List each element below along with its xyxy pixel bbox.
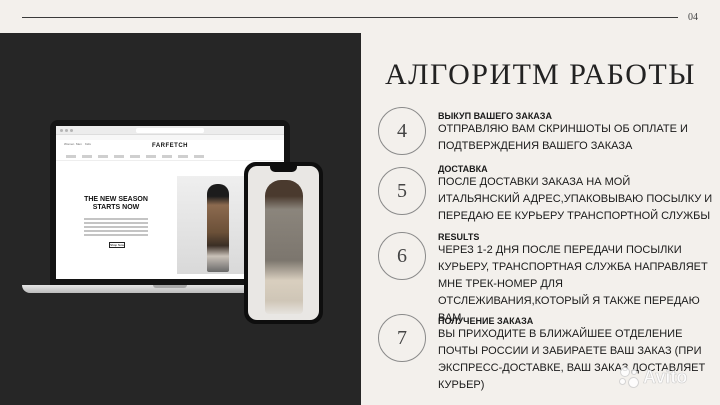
avito-logo-icon — [618, 366, 640, 388]
model-figure — [265, 180, 303, 314]
site-logo: FARFETCH — [152, 143, 188, 149]
laptop-notch — [153, 285, 187, 288]
browser-dot-icon — [70, 129, 73, 132]
page-number: 04 — [688, 12, 698, 23]
browser-dot-icon — [65, 129, 68, 132]
browser-url-bar — [136, 128, 204, 133]
hero-shop-button: Shop Now — [109, 242, 125, 248]
step-title: ВЫКУП ВАШЕГО ЗАКАЗА — [438, 111, 552, 121]
site-header: Women Men Kids FARFETCH — [56, 140, 284, 154]
step-title: ДОСТАВКА — [438, 164, 488, 174]
step-text: ПОСЛЕ ДОСТАВКИ ЗАКАЗА НА МОЙ ИТАЛЬЯНСКИЙ… — [438, 176, 713, 222]
browser-dot-icon — [60, 129, 63, 132]
page-title: АЛГОРИТМ РАБОТЫ — [385, 58, 696, 91]
site-menu — [56, 154, 284, 161]
phone-notch — [270, 166, 297, 172]
phone-screen — [248, 166, 319, 320]
avito-watermark: Avito — [618, 366, 688, 388]
step-title: RESULTS — [438, 232, 480, 242]
phone-mockup — [244, 162, 323, 324]
step-text: ОТПРАВЛЯЮ ВАМ СКРИНШОТЫ ОБ ОПЛАТЕ И ПОДТ… — [438, 123, 688, 152]
step-title: ПОЛУЧЕНИЕ ЗАКАЗА — [438, 316, 534, 326]
step-text: ЧЕРЕЗ 1-2 ДНЯ ПОСЛЕ ПЕРЕДАЧИ ПОСЫЛКИ КУР… — [438, 244, 708, 324]
browser-bar — [56, 126, 284, 135]
hero-description — [84, 218, 148, 238]
slide: 04 Women Men Kids FARFETCH THE NEW SEASO… — [0, 0, 720, 405]
watermark-text: Avito — [643, 366, 688, 387]
step-number-circle: 6 — [378, 232, 426, 280]
hero-photo — [177, 176, 253, 274]
top-divider — [22, 17, 678, 18]
hero-title: THE NEW SEASON STARTS NOW — [84, 196, 148, 211]
model-figure — [207, 184, 229, 272]
step-number-circle: 5 — [378, 167, 426, 215]
step-number-circle: 4 — [378, 107, 426, 155]
step-number-circle: 7 — [378, 314, 426, 362]
